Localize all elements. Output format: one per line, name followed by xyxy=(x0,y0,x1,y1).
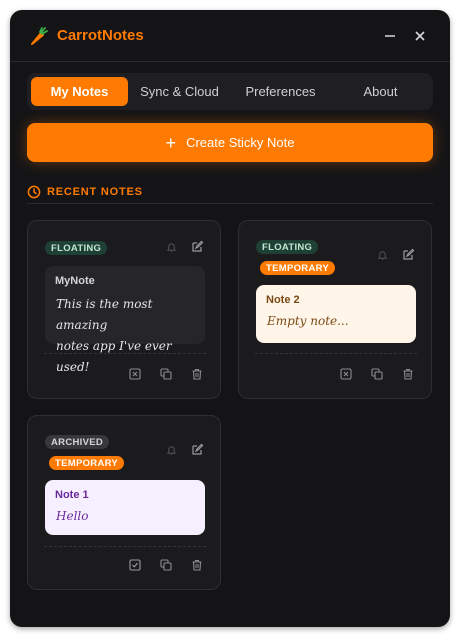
note-body: Empty note... xyxy=(267,314,349,328)
duplicate-button[interactable] xyxy=(159,367,173,381)
note-body: This is the most amazing notes app I've … xyxy=(56,294,202,378)
pin-button[interactable] xyxy=(164,240,178,254)
edit-button[interactable] xyxy=(401,247,415,261)
note-card[interactable]: ARCHIVED TEMPORARY Note 1 Hello xyxy=(27,415,221,590)
card-divider xyxy=(255,353,417,354)
copy-icon xyxy=(160,559,172,571)
delete-button[interactable] xyxy=(190,558,204,572)
plus-icon: + xyxy=(165,132,177,153)
delete-button[interactable] xyxy=(401,367,415,381)
note-body-line: This is the most amazing xyxy=(56,297,153,332)
tab-bar: My Notes Sync & Cloud Preferences About xyxy=(27,73,433,110)
minimize-icon xyxy=(385,35,395,37)
tab-about[interactable]: About xyxy=(332,77,429,106)
note-preview[interactable]: Note 1 Hello xyxy=(45,480,205,535)
note-preview[interactable]: MyNote This is the most amazing notes ap… xyxy=(45,266,205,374)
trash-icon xyxy=(192,368,202,380)
note-preview[interactable]: Note 2 Empty note... xyxy=(256,285,416,343)
close-note-button[interactable] xyxy=(128,367,142,381)
close-button[interactable] xyxy=(409,25,431,47)
bell-icon xyxy=(166,445,176,455)
duplicate-button[interactable] xyxy=(159,558,173,572)
bell-icon xyxy=(166,242,176,252)
pin-button[interactable] xyxy=(375,248,389,262)
duplicate-button[interactable] xyxy=(370,367,384,381)
edit-icon xyxy=(191,443,203,455)
note-title: Note 1 xyxy=(55,489,89,501)
tab-sync-cloud[interactable]: Sync & Cloud xyxy=(131,77,228,106)
pin-button[interactable] xyxy=(164,443,178,457)
note-body: Hello xyxy=(56,509,89,523)
close-box-icon xyxy=(340,368,352,380)
recent-notes-header: RECENT NOTES xyxy=(27,182,143,202)
app-title: CarrotNotes xyxy=(57,27,144,44)
edit-icon xyxy=(191,240,203,252)
note-card[interactable]: FLOATING MyNote This is the most amazing… xyxy=(27,220,221,399)
type-badge: TEMPORARY xyxy=(49,456,125,470)
note-title: Note 2 xyxy=(266,294,300,306)
card-divider xyxy=(44,353,206,354)
edit-button[interactable] xyxy=(190,442,204,456)
type-badge: TEMPORARY xyxy=(260,261,336,275)
delete-button[interactable] xyxy=(190,367,204,381)
status-badge: FLOATING xyxy=(256,240,319,254)
copy-icon xyxy=(371,368,383,380)
section-divider xyxy=(27,203,433,204)
minimize-button[interactable] xyxy=(379,25,401,47)
clock-icon xyxy=(27,185,41,199)
card-divider xyxy=(44,546,206,547)
unarchive-button[interactable] xyxy=(128,558,142,572)
note-card[interactable]: FLOATING TEMPORARY Note 2 Empty note... xyxy=(238,220,432,399)
copy-icon xyxy=(160,368,172,380)
close-box-icon xyxy=(129,368,141,380)
create-button-label: Create Sticky Note xyxy=(186,135,295,150)
status-badge: ARCHIVED xyxy=(45,435,110,449)
edit-button[interactable] xyxy=(190,239,204,253)
app-window: CarrotNotes My Notes Sync & Cloud Prefer… xyxy=(10,10,450,627)
note-title: MyNote xyxy=(55,275,95,287)
trash-icon xyxy=(403,368,413,380)
section-title: RECENT NOTES xyxy=(47,186,143,198)
close-icon xyxy=(415,31,425,41)
carrot-icon xyxy=(31,27,48,45)
trash-icon xyxy=(192,559,202,571)
bell-icon xyxy=(377,250,387,260)
create-sticky-note-button[interactable]: + Create Sticky Note xyxy=(27,123,433,162)
status-badge: FLOATING xyxy=(45,241,108,255)
tab-my-notes[interactable]: My Notes xyxy=(31,77,128,106)
close-note-button[interactable] xyxy=(339,367,353,381)
title-bar[interactable]: CarrotNotes xyxy=(10,10,450,62)
check-box-icon xyxy=(129,559,141,571)
tab-preferences[interactable]: Preferences xyxy=(232,77,329,106)
edit-icon xyxy=(402,248,414,260)
